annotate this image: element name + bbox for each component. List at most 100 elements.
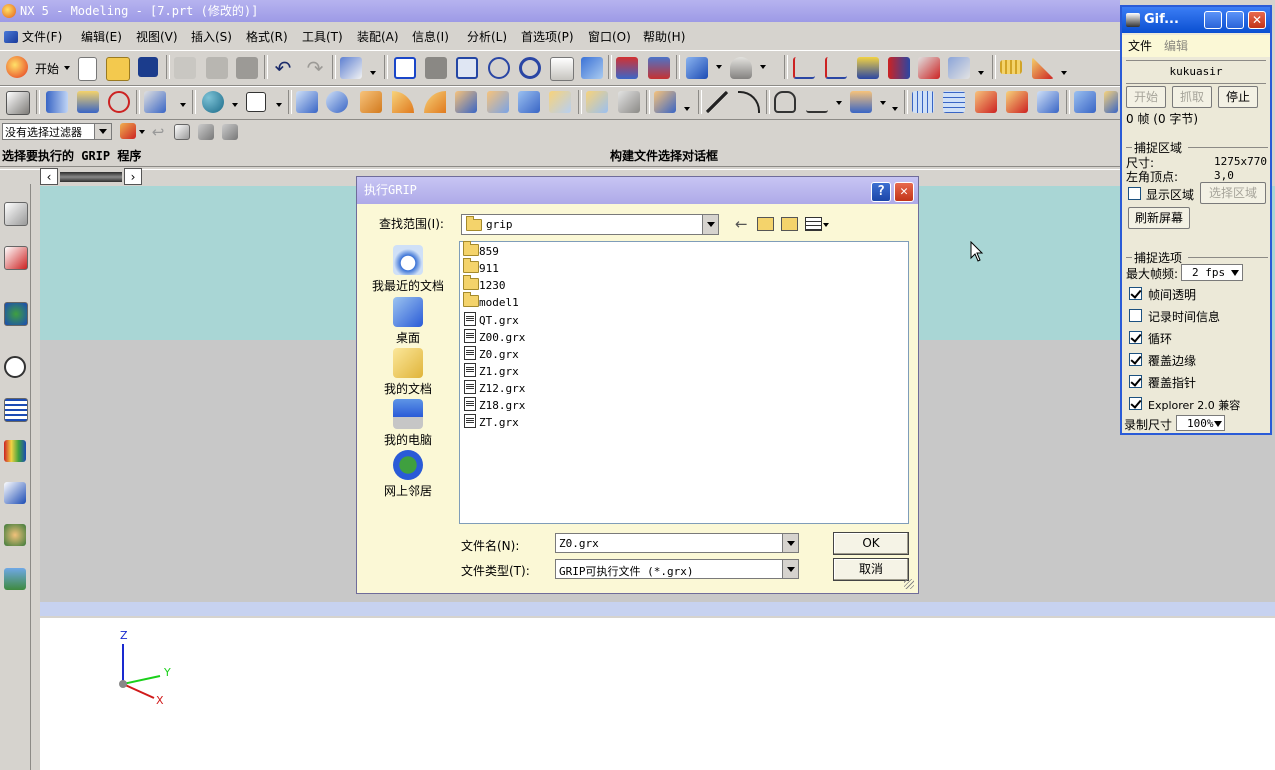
view-cube-icon[interactable] [686, 57, 708, 79]
chevron-down-icon[interactable] [94, 124, 111, 139]
through-curves-icon[interactable] [912, 91, 934, 113]
palette-icon[interactable] [4, 568, 26, 590]
draft-icon[interactable] [487, 91, 509, 113]
trim-body-icon[interactable] [586, 91, 608, 113]
rotate-icon[interactable] [519, 57, 541, 79]
type-filter-dropdown-arrow-icon[interactable] [139, 130, 145, 134]
point-dropdown-arrow-icon[interactable] [232, 103, 238, 107]
view-menu-arrow-icon[interactable] [823, 223, 829, 227]
revolve-icon[interactable] [108, 91, 130, 113]
select-body-icon[interactable] [174, 124, 190, 140]
measure-angle-icon[interactable] [1032, 57, 1054, 79]
scroll-left-icon[interactable]: ‹ [40, 168, 58, 185]
wcs-save-icon[interactable] [918, 57, 940, 79]
file-list-item[interactable]: Z0.grx [463, 346, 519, 362]
chevron-down-icon[interactable] [1231, 270, 1239, 276]
menu-preferences[interactable]: 首选项(P) [521, 28, 574, 45]
menu-insert[interactable]: 插入(S) [191, 28, 232, 45]
file-list-item[interactable]: Z00.grx [463, 329, 525, 345]
view-orient-icon[interactable] [581, 57, 603, 79]
main-window-title-bar[interactable]: NX 5 - Modeling - [7.prt (修改的)] [0, 0, 1120, 22]
select-edge-icon[interactable] [222, 124, 238, 140]
select-dropdown-arrow-icon[interactable] [370, 71, 376, 75]
option-checkbox[interactable] [1129, 353, 1142, 366]
gif-title-bar[interactable]: Gif... ✕ [1122, 7, 1270, 33]
through-curve-mesh-icon[interactable] [943, 91, 965, 113]
up-folder-icon[interactable] [757, 217, 774, 231]
fit-view-icon[interactable] [394, 57, 416, 79]
surface-edit-icon[interactable] [1104, 91, 1118, 113]
file-list-item[interactable]: QT.grx [463, 312, 519, 328]
gif-close-icon[interactable]: ✕ [1248, 11, 1266, 29]
copy-icon[interactable] [206, 57, 228, 79]
boolean-dropdown-arrow-icon[interactable] [684, 107, 690, 111]
menu-assembly[interactable]: 装配(A) [357, 28, 399, 45]
select-area-button[interactable]: 选择区域 [1200, 182, 1266, 204]
wcs-dynamics-icon[interactable] [857, 57, 879, 79]
more-dropdown-arrow-icon[interactable] [892, 107, 898, 111]
measure-distance-icon[interactable] [1000, 60, 1022, 74]
menu-analysis[interactable]: 分析(L) [467, 28, 507, 45]
start-button[interactable]: 开始 [1126, 86, 1166, 108]
wcs-rotate-icon[interactable] [888, 57, 910, 79]
resource-scrollbar[interactable]: ‹ › [40, 168, 142, 186]
instance-icon[interactable] [518, 91, 540, 113]
file-list-item[interactable]: Z12.grx [463, 380, 525, 396]
chamfer-icon[interactable] [424, 91, 446, 113]
chevron-down-icon[interactable] [782, 534, 798, 552]
view-menu-icon[interactable] [805, 217, 822, 231]
maximize-icon[interactable] [1226, 11, 1244, 29]
curve-icon[interactable] [806, 91, 828, 113]
look-in-select[interactable]: grip [461, 214, 719, 235]
resize-grip-icon[interactable] [904, 579, 914, 589]
undo-selection-icon[interactable]: ↩ [150, 124, 166, 140]
stop-button[interactable]: 停止 [1218, 86, 1258, 108]
paste-icon[interactable] [236, 57, 258, 79]
open-folder-icon[interactable] [106, 57, 130, 81]
block-icon[interactable] [296, 91, 318, 113]
assembly-navigator-icon[interactable] [4, 202, 28, 226]
web-browser-icon[interactable] [4, 302, 28, 326]
back-arrow-icon[interactable]: ← [735, 215, 748, 233]
filename-input[interactable]: Z0.grx [555, 533, 799, 553]
places-desktop[interactable]: 桌面 [367, 297, 449, 346]
cut-icon[interactable] [174, 57, 196, 79]
scroll-right-icon[interactable]: › [124, 168, 142, 185]
measure-dropdown-arrow-icon[interactable] [1061, 71, 1067, 75]
max-fps-select[interactable]: 2 fps [1181, 264, 1243, 281]
selection-filter-select[interactable]: 没有选择过滤器 [2, 123, 112, 140]
refresh-screen-button[interactable]: 刷新屏幕 [1128, 207, 1190, 229]
chevron-down-icon[interactable] [782, 560, 798, 578]
start-dropdown-arrow-icon[interactable] [64, 66, 70, 70]
new-folder-icon[interactable] [781, 217, 798, 231]
dialog-title-bar[interactable]: 执行GRIP ? ✕ [357, 177, 918, 204]
split-body-icon[interactable] [618, 91, 640, 113]
graphics-window-bottom[interactable] [40, 618, 1275, 770]
show-area-checkbox[interactable] [1128, 187, 1141, 200]
start-icon[interactable] [6, 56, 28, 78]
unite-icon[interactable] [654, 91, 676, 113]
places-my-documents[interactable]: 我的文档 [367, 348, 449, 397]
rectangle-dropdown-arrow-icon[interactable] [276, 103, 282, 107]
sketch-icon[interactable] [46, 91, 68, 113]
wcs-display-icon[interactable] [948, 57, 970, 79]
view-dropdown-arrow-icon[interactable] [716, 65, 722, 69]
chevron-down-icon[interactable] [702, 215, 718, 234]
swept-icon[interactable] [975, 91, 997, 113]
history-icon[interactable] [4, 356, 26, 378]
point-icon[interactable] [202, 91, 224, 113]
filetype-select[interactable]: GRIP可执行文件 (*.grx) [555, 559, 799, 579]
scroll-thumb[interactable] [60, 172, 122, 182]
render-dropdown-arrow-icon[interactable] [760, 65, 766, 69]
arc-icon[interactable] [738, 91, 760, 113]
file-list-item[interactable]: ZT.grx [463, 414, 519, 430]
file-list-item[interactable]: Z1.grx [463, 363, 519, 379]
close-icon[interactable]: ✕ [894, 182, 914, 202]
minimize-icon[interactable] [1204, 11, 1222, 29]
file-list-item[interactable]: Z18.grx [463, 397, 525, 413]
spline-icon[interactable] [774, 91, 796, 113]
cancel-button[interactable]: 取消 [833, 558, 909, 581]
n-sided-surface-icon[interactable] [1037, 91, 1059, 113]
menu-information[interactable]: 信息(I) [412, 28, 449, 45]
menu-file[interactable]: 文件(F) [4, 28, 62, 45]
